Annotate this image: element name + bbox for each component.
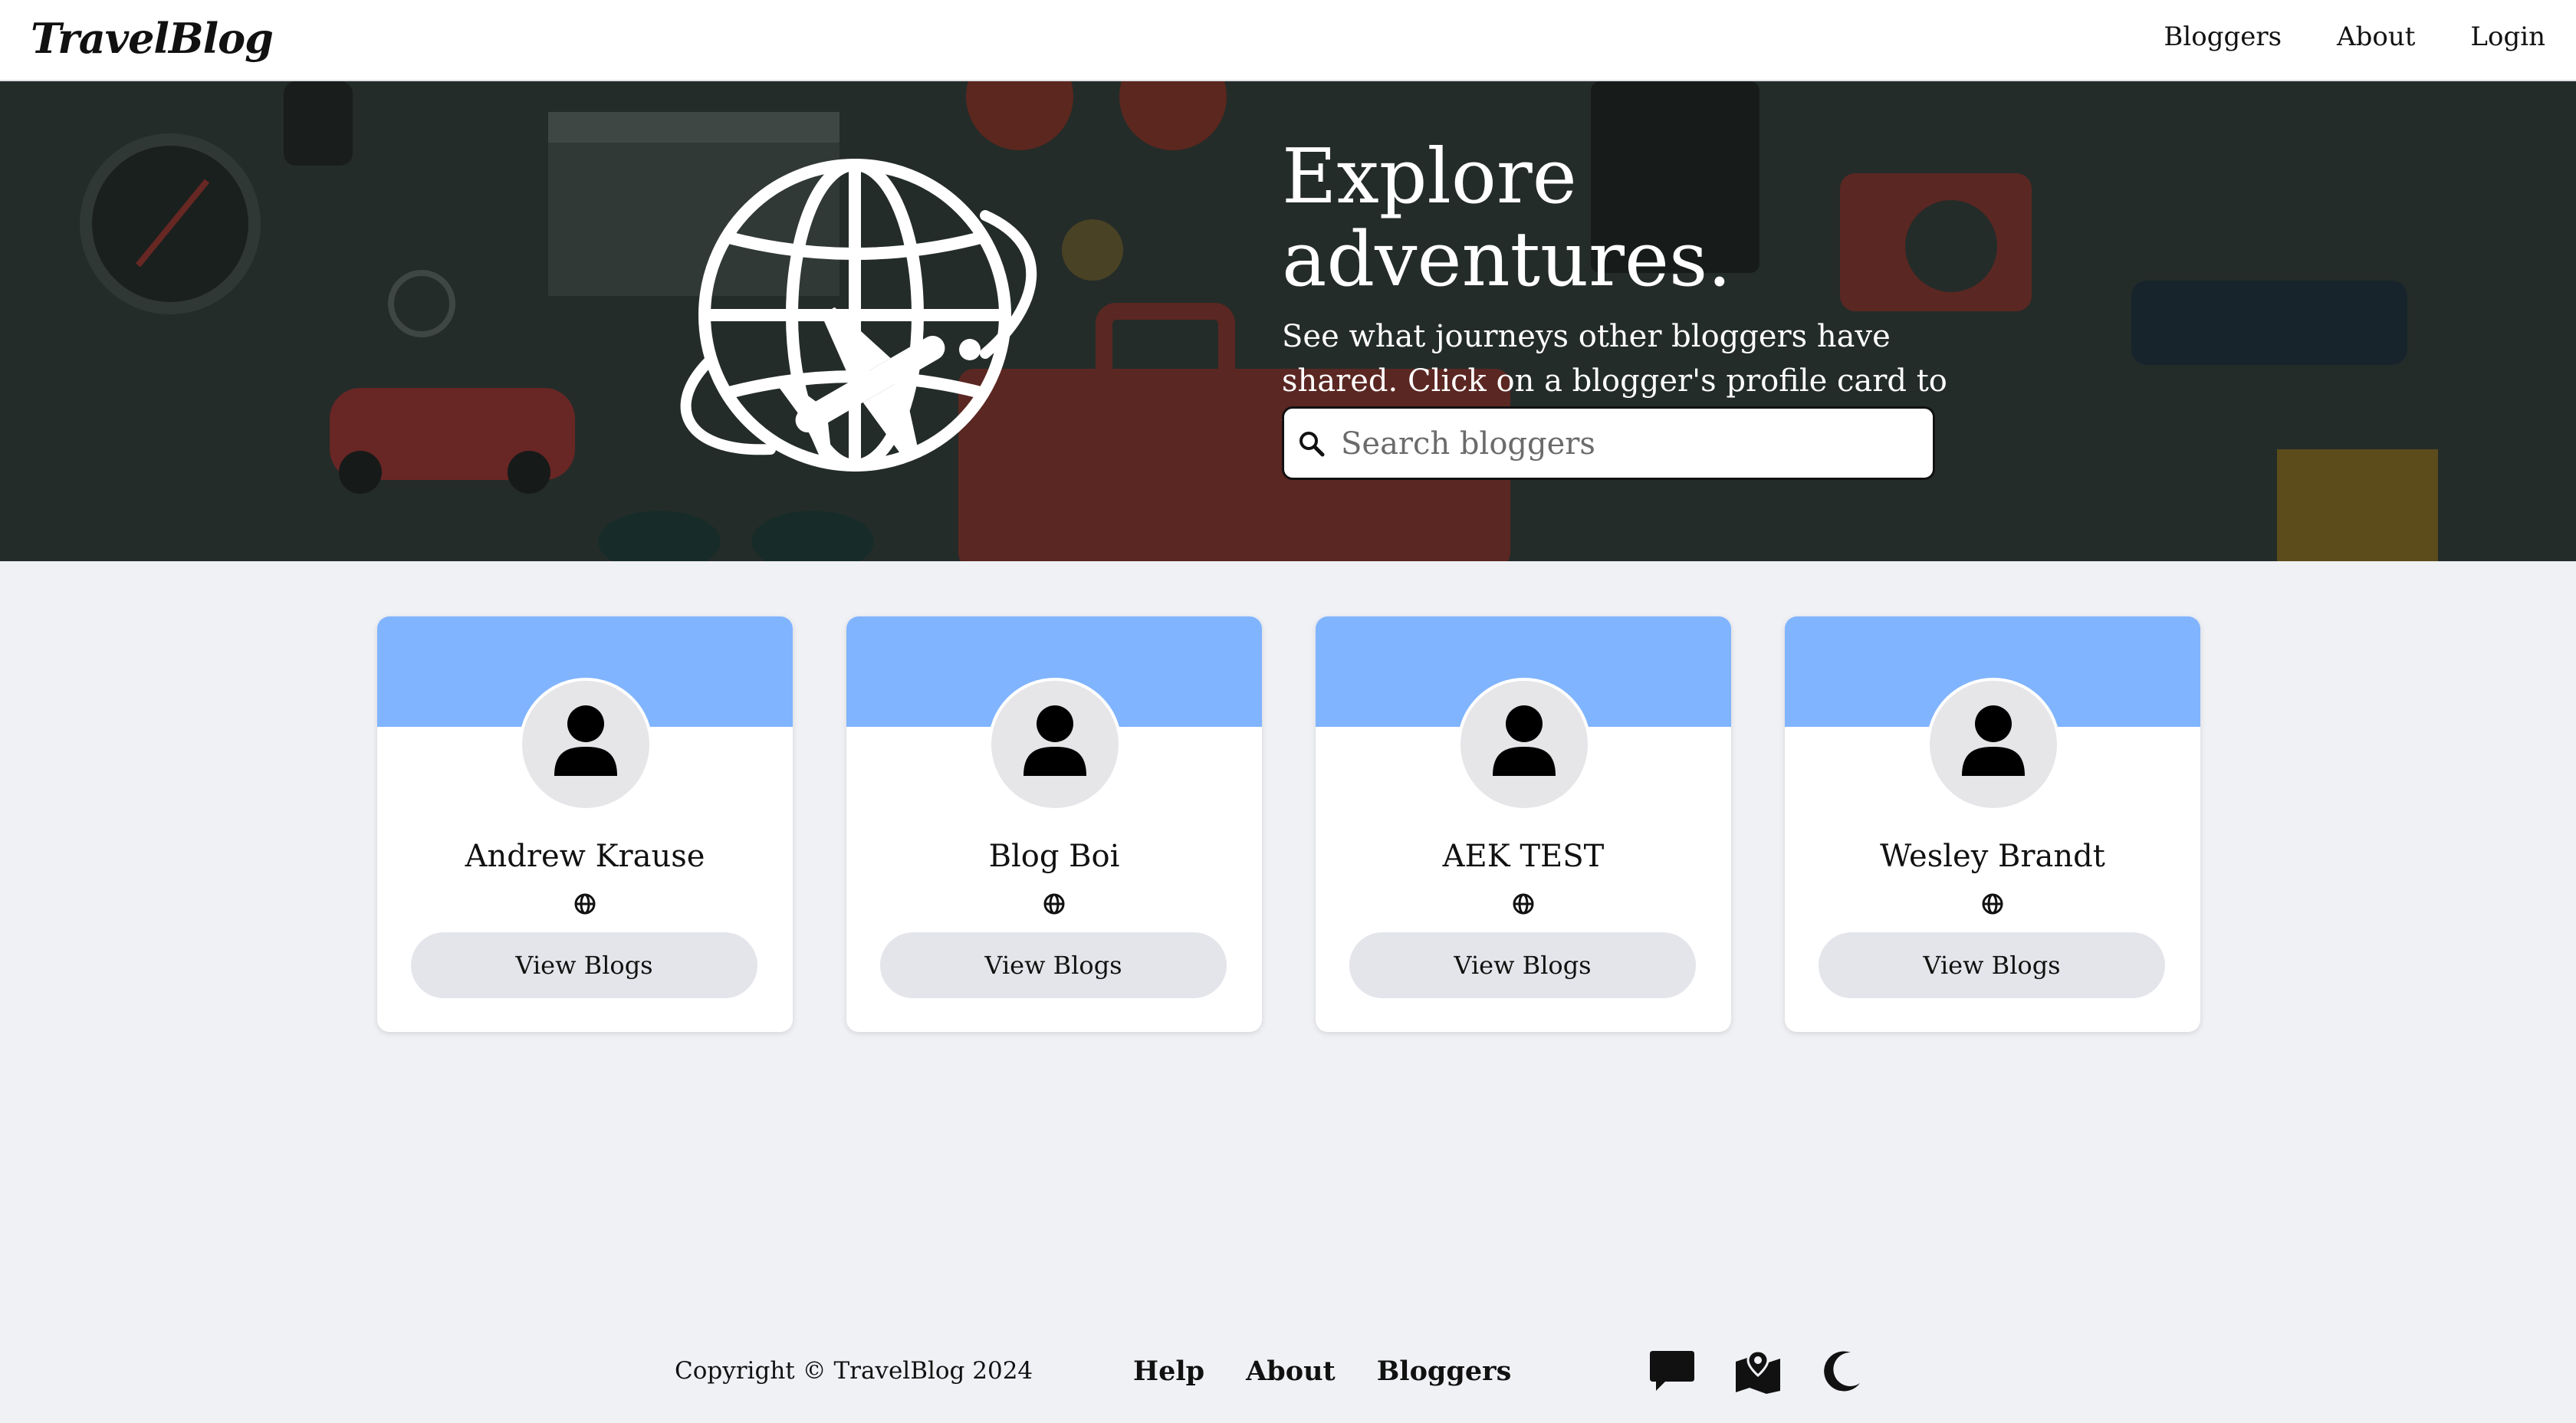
user-icon — [1962, 705, 2025, 776]
footer-link-about[interactable]: About — [1246, 1356, 1336, 1387]
hero-text: Explore adventures. See what journeys ot… — [1282, 136, 1972, 448]
user-icon — [1493, 705, 1556, 776]
user-icon — [1024, 705, 1086, 776]
search-input[interactable] — [1339, 418, 1910, 470]
user-icon — [554, 705, 617, 776]
map-icon[interactable] — [1734, 1348, 1782, 1394]
blogger-card[interactable]: Andrew Krause View Blogs — [377, 616, 793, 1032]
avatar — [1927, 678, 2060, 811]
avatar — [519, 678, 652, 811]
hero-banner: Explore adventures. See what journeys ot… — [0, 81, 2576, 561]
nav-link-login[interactable]: Login — [2470, 21, 2545, 52]
nav-links: Bloggers About Login — [2164, 21, 2545, 52]
view-blogs-button[interactable]: View Blogs — [1819, 932, 2165, 998]
blogger-card[interactable]: Wesley Brandt View Blogs — [1785, 616, 2200, 1032]
globe-icon — [1043, 893, 1065, 915]
site-logo[interactable]: TravelBlog — [31, 14, 274, 63]
view-blogs-button[interactable]: View Blogs — [411, 932, 757, 998]
globe-airplane-icon — [680, 159, 1037, 472]
globe-icon — [1982, 893, 2003, 915]
search-icon — [1300, 432, 1325, 457]
footer-link-help[interactable]: Help — [1133, 1356, 1204, 1387]
dark-mode-moon-icon[interactable] — [1820, 1348, 1868, 1394]
view-blogs-button[interactable]: View Blogs — [1349, 932, 1696, 998]
chat-icon[interactable] — [1648, 1348, 1696, 1394]
blogger-card[interactable]: Blog Boi View Blogs — [846, 616, 1262, 1032]
avatar — [988, 678, 1122, 811]
nav-link-bloggers[interactable]: Bloggers — [2164, 21, 2282, 52]
footer-link-bloggers[interactable]: Bloggers — [1377, 1356, 1512, 1387]
blogger-name: Wesley Brandt — [1880, 839, 2105, 874]
footer-copyright: Copyright © TravelBlog 2024 — [675, 1357, 1033, 1385]
globe-icon — [574, 893, 596, 915]
search-bar[interactable] — [1282, 406, 1935, 480]
blogger-card-grid: Andrew Krause View Blogs Blog Boi View B… — [377, 616, 2200, 1032]
nav-link-about[interactable]: About — [2337, 21, 2415, 52]
footer-links: Help About Bloggers — [1133, 1356, 1511, 1387]
footer: Copyright © TravelBlog 2024 Help About B… — [0, 1326, 2576, 1423]
blogger-name: Andrew Krause — [465, 839, 705, 874]
top-navbar: TravelBlog Bloggers About Login — [0, 0, 2576, 81]
avatar — [1457, 678, 1591, 811]
blogger-name: AEK TEST — [1442, 839, 1605, 874]
blogger-name: Blog Boi — [988, 839, 1120, 874]
hero-title: Explore adventures. — [1282, 133, 1732, 304]
view-blogs-button[interactable]: View Blogs — [880, 932, 1227, 998]
globe-icon — [1513, 893, 1534, 915]
blogger-card[interactable]: AEK TEST View Blogs — [1316, 616, 1731, 1032]
footer-icons — [1648, 1348, 1868, 1394]
